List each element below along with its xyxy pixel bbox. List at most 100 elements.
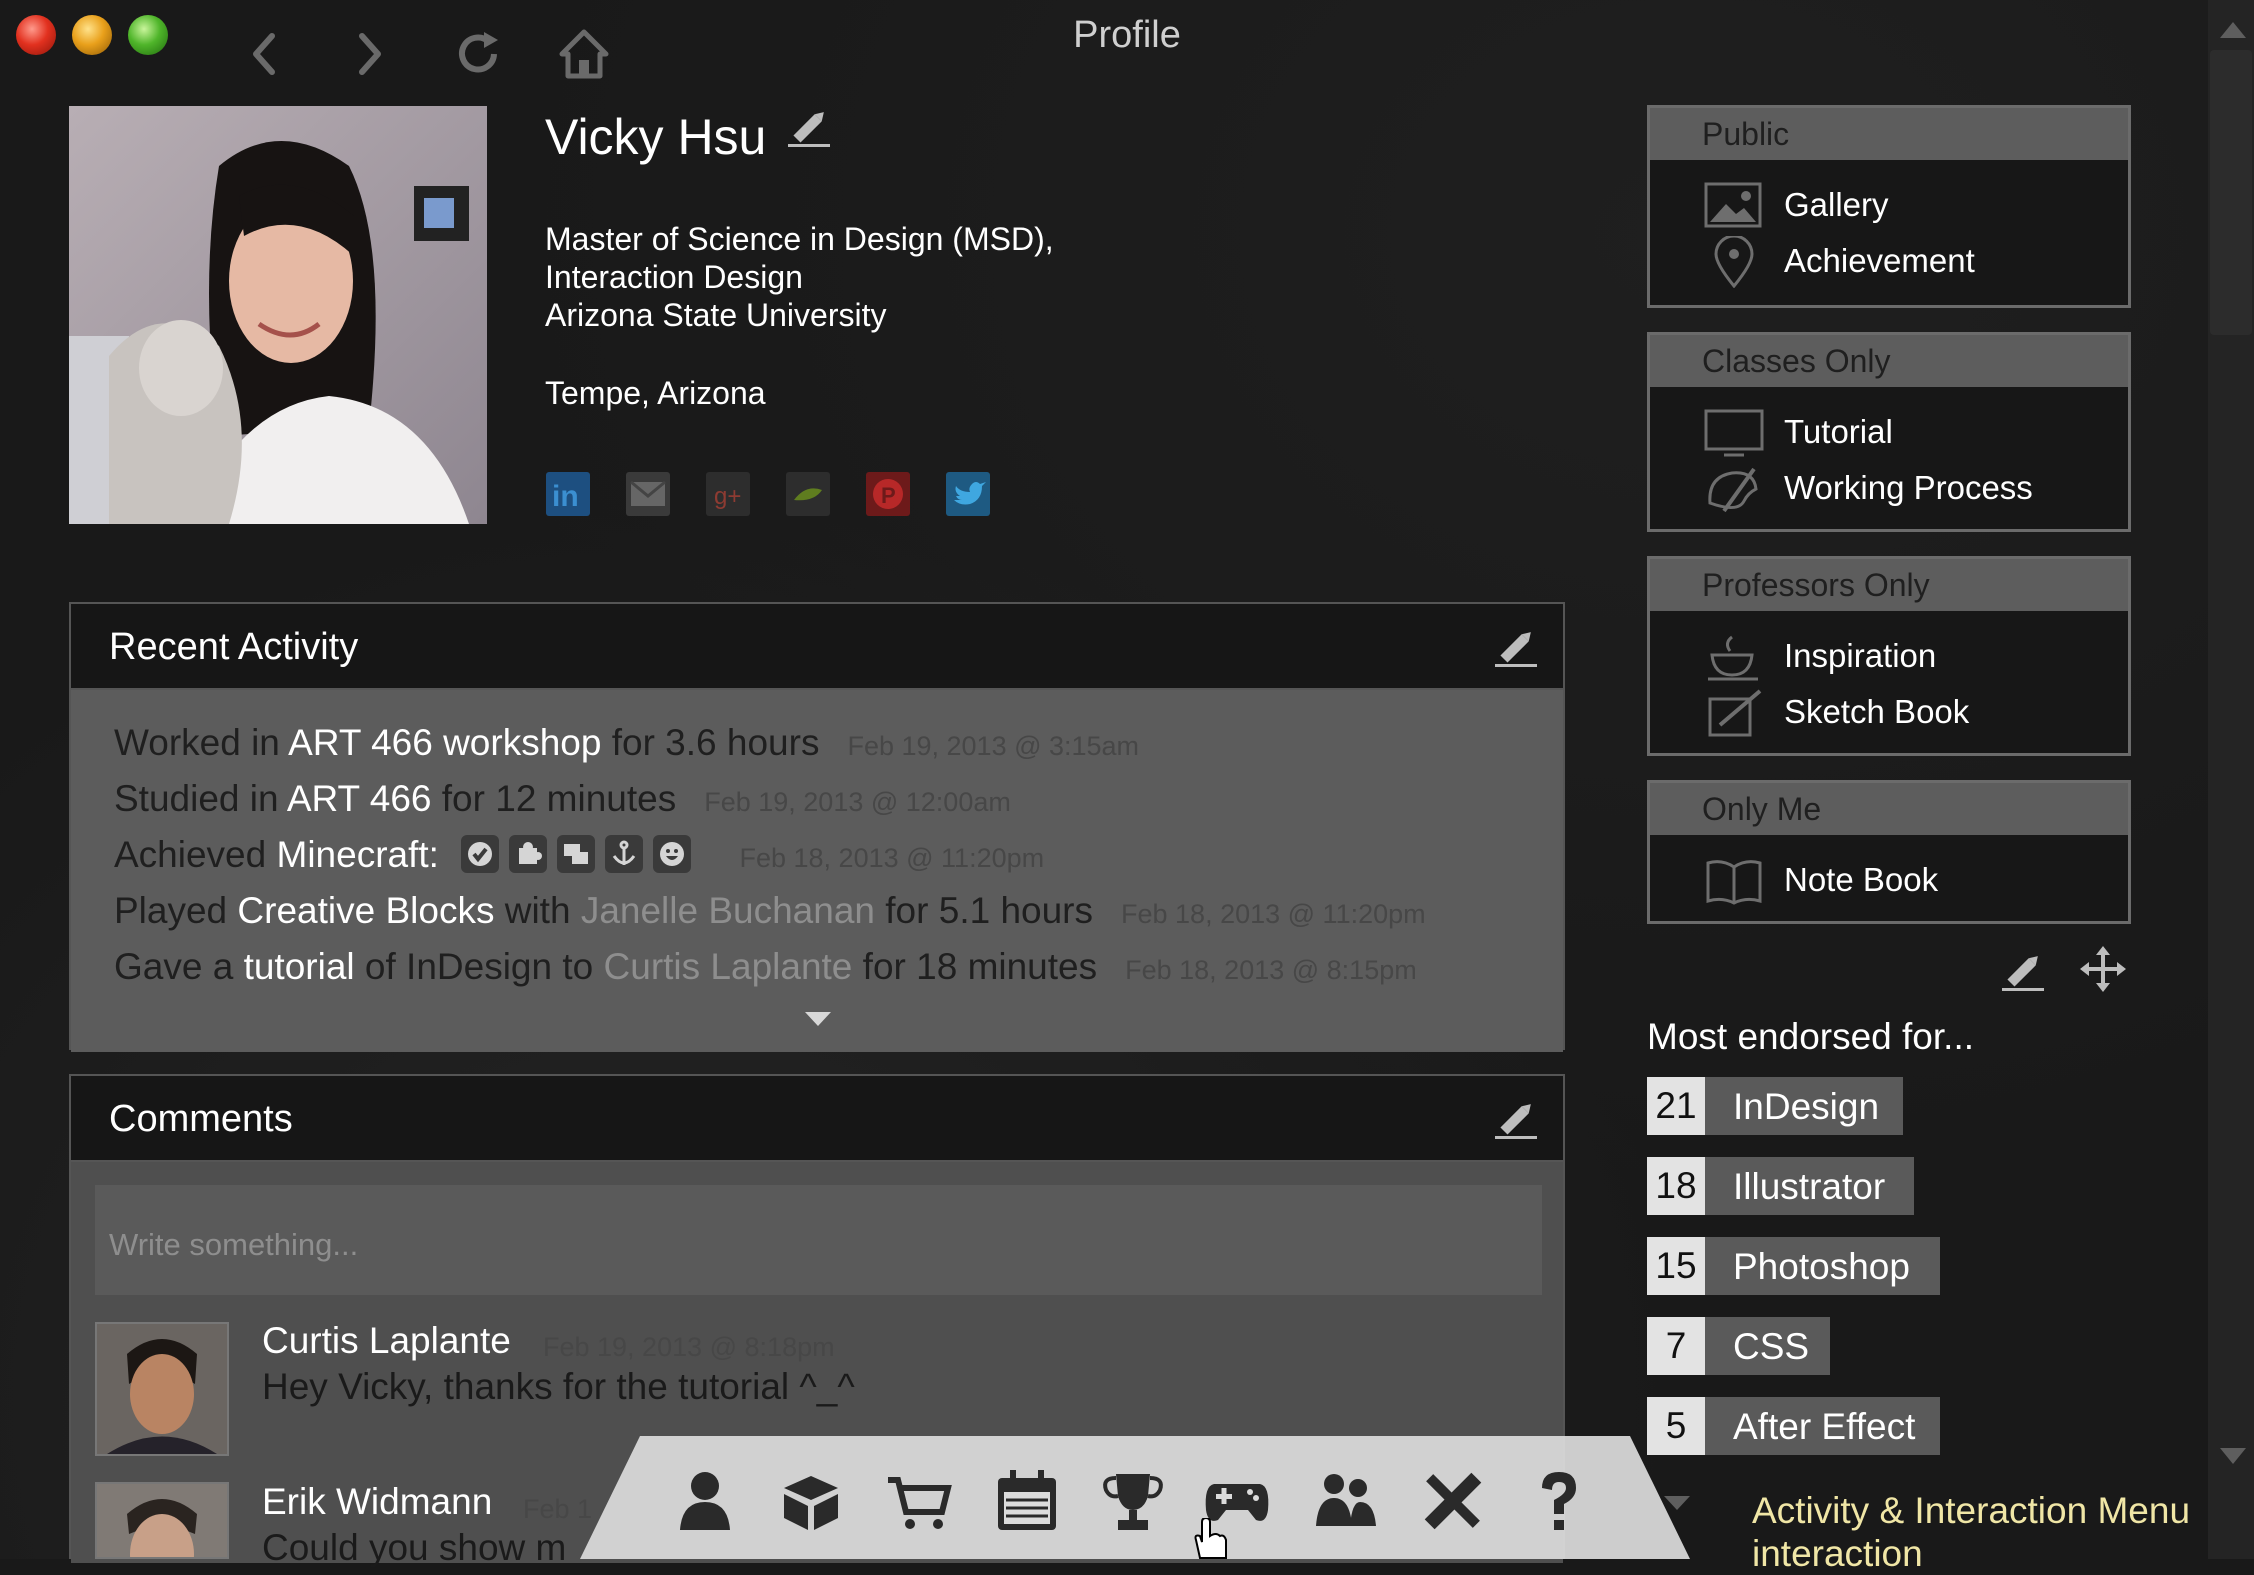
cart-icon[interactable]: [884, 1466, 954, 1536]
recent-activity-panel: Recent Activity Worked in ART 466 worksh…: [69, 602, 1565, 1052]
comment-text: Hey Vicky, thanks for the tutorial ^_^: [262, 1366, 855, 1407]
hand-cursor-icon: [1194, 1518, 1227, 1559]
linkedin-icon[interactable]: in: [546, 472, 590, 516]
endorsement-count: 15: [1647, 1237, 1705, 1295]
endorsement-skill: InDesign: [1733, 1086, 1880, 1127]
section-title: Classes Only: [1650, 335, 2128, 387]
profile-photo: [69, 106, 487, 524]
activity-item[interactable]: Gave a tutorial of InDesign to Curtis La…: [114, 946, 1417, 988]
expand-activity-arrow-icon[interactable]: [803, 1010, 833, 1028]
calendar-icon[interactable]: [992, 1466, 1062, 1536]
endorsement-skill: Photoshop: [1733, 1246, 1910, 1287]
person-link[interactable]: Curtis Laplante: [604, 946, 853, 987]
edit-name-pencil-icon[interactable]: [786, 104, 832, 150]
location-line: Tempe, Arizona: [545, 375, 766, 411]
endorsement-item[interactable]: 18 Illustrator: [1647, 1157, 1914, 1215]
google-plus-icon[interactable]: g+: [706, 472, 750, 516]
endorsement-skill: CSS: [1733, 1326, 1810, 1367]
section-title: Professors Only: [1650, 559, 2128, 611]
comments-title: Comments: [109, 1098, 293, 1140]
profile-icon[interactable]: [670, 1466, 740, 1536]
activity-link[interactable]: ART 466: [287, 778, 432, 819]
endorsement-skill: Illustrator: [1733, 1166, 1886, 1207]
help-icon[interactable]: [1524, 1466, 1594, 1536]
section-title: Only Me: [1650, 783, 2128, 835]
svg-text:P: P: [881, 483, 896, 508]
comment-author[interactable]: Erik Widmann: [262, 1481, 492, 1523]
comment-box[interactable]: [95, 1185, 1542, 1295]
program-line: Interaction Design: [545, 259, 803, 295]
activity-timestamp: Feb 19, 2013 @ 3:15am: [847, 731, 1140, 761]
sketch-pencil-icon: [1708, 689, 1762, 737]
endorsements-title: Most endorsed for...: [1647, 1016, 1975, 1057]
svg-text:g+: g+: [714, 483, 741, 510]
activity-link[interactable]: Creative Blocks: [237, 890, 494, 931]
public-section: Public Gallery Achievement: [1647, 105, 2131, 308]
check-badge-icon[interactable]: [461, 835, 500, 873]
menu-collapse-arrow-icon[interactable]: [1662, 1494, 1692, 1512]
activity-item[interactable]: Played Creative Blocks with Janelle Buch…: [114, 890, 1426, 932]
people-icon[interactable]: [1310, 1466, 1380, 1536]
activity-item[interactable]: Studied in ART 466 for 12 minutes Feb 19,…: [114, 778, 1011, 820]
only-me-section: Only Me Note Book: [1647, 780, 2131, 924]
activity-timestamp: Feb 18, 2013 @ 11:20pm: [739, 843, 1045, 873]
edit-activity-pencil-icon[interactable]: [1493, 624, 1539, 670]
image-icon: [1704, 182, 1762, 228]
section-title: Public: [1650, 108, 2128, 160]
svg-text:in: in: [552, 480, 579, 513]
endorsement-count: 21: [1647, 1077, 1705, 1135]
coffee-cup-icon: [1708, 635, 1758, 681]
scrollbar-thumb[interactable]: [2210, 50, 2252, 335]
scroll-down-arrow-icon[interactable]: [2218, 1446, 2248, 1466]
scroll-up-arrow-icon[interactable]: [2218, 20, 2248, 40]
endorsement-skill: After Effect: [1733, 1406, 1916, 1447]
person-link[interactable]: Janelle Buchanan: [581, 890, 875, 931]
anchor-badge-icon[interactable]: [605, 835, 644, 873]
activity-link[interactable]: ART 466 workshop: [288, 722, 601, 763]
map-pin-icon: [1714, 236, 1754, 288]
trophy-icon[interactable]: [1098, 1466, 1168, 1536]
avatar[interactable]: [95, 1482, 229, 1559]
puzzle-badge-icon[interactable]: [509, 835, 548, 873]
profile-name: Vicky Hsu: [545, 109, 767, 165]
degree-line: Master of Science in Design (MSD),: [545, 221, 1054, 257]
activity-menu-sublabel: interaction: [1752, 1533, 1923, 1574]
palette-brush-icon: [1708, 467, 1758, 513]
pinterest-icon[interactable]: P: [866, 472, 910, 516]
endorsement-count: 18: [1647, 1157, 1705, 1215]
recent-activity-title: Recent Activity: [109, 626, 359, 668]
activity-menu-label: Activity & Interaction Menu: [1752, 1490, 2191, 1531]
activity-timestamp: Feb 18, 2013 @ 8:15pm: [1125, 955, 1417, 985]
chat-badge-icon[interactable]: [557, 835, 596, 873]
classes-only-section: Classes Only Tutorial Working Process: [1647, 332, 2131, 532]
window-title: Profile: [1073, 14, 1181, 56]
tools-icon[interactable]: [1418, 1466, 1488, 1536]
activity-item[interactable]: Worked in ART 466 workshop for 3.6 hours…: [114, 722, 1139, 764]
activity-timestamp: Feb 18, 2013 @ 11:20pm: [1121, 899, 1426, 929]
comment-author[interactable]: Curtis Laplante: [262, 1320, 511, 1362]
professors-only-section: Professors Only Inspiration Sketch Book: [1647, 556, 2131, 756]
email-icon[interactable]: [626, 472, 670, 516]
university-line: Arizona State University: [545, 297, 887, 333]
endorsement-count: 7: [1647, 1317, 1705, 1375]
comment-timestamp: Feb 19, 2013 @ 8:18pm: [543, 1332, 835, 1362]
edit-comments-pencil-icon[interactable]: [1493, 1096, 1539, 1142]
activity-link[interactable]: Minecraft:: [277, 834, 439, 875]
move-icon[interactable]: [2080, 946, 2126, 992]
avatar[interactable]: [95, 1322, 229, 1456]
endorsement-item[interactable]: 7 CSS: [1647, 1317, 1830, 1375]
smiley-badge-icon[interactable]: [653, 835, 692, 873]
activity-item[interactable]: Achieved Minecraft: Feb 18, 2013 @ 11:20…: [114, 834, 1044, 876]
comment-input[interactable]: [95, 1185, 1542, 1295]
behance-icon[interactable]: [786, 472, 830, 516]
open-book-icon: [1706, 860, 1762, 905]
monitor-icon: [1704, 409, 1764, 457]
comment-text: Could you show m: [262, 1527, 567, 1568]
endorsement-item[interactable]: 21 InDesign: [1647, 1077, 1903, 1135]
endorsement-item[interactable]: 15 Photoshop: [1647, 1237, 1940, 1295]
box-icon[interactable]: [776, 1466, 846, 1536]
twitter-icon[interactable]: [946, 472, 990, 516]
activity-timestamp: Feb 19, 2013 @ 12:00am: [704, 787, 1011, 817]
edit-sidebar-pencil-icon[interactable]: [2000, 948, 2046, 994]
activity-link[interactable]: tutorial: [244, 946, 355, 987]
